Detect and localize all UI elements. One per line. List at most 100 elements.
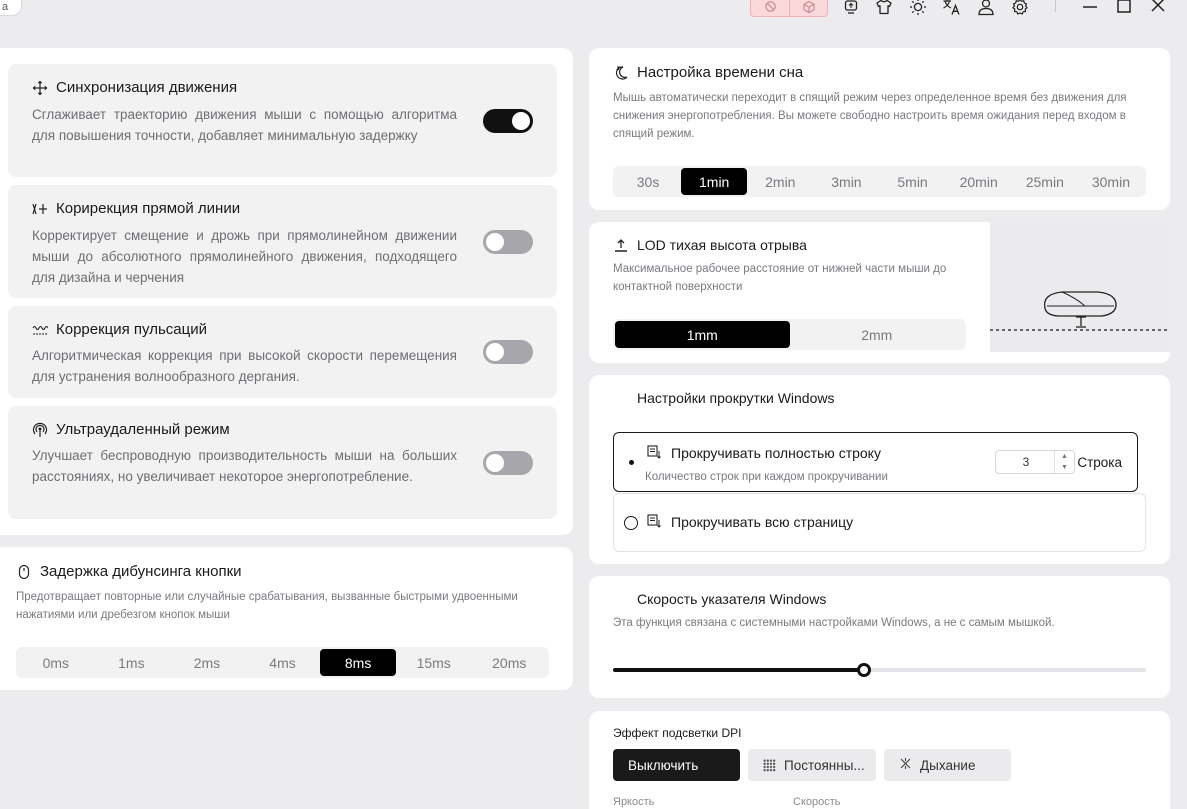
ripple-correction-toggle[interactable] bbox=[483, 340, 533, 364]
settings-icon[interactable] bbox=[1009, 0, 1031, 18]
feature-title: Коррекция пульсаций bbox=[32, 321, 207, 338]
ultra-range-toggle[interactable] bbox=[483, 451, 533, 475]
feature-ripple-correction: Коррекция пульсаций Алгоритмическая корр… bbox=[8, 306, 557, 398]
scroll-title: Настройки прокрутки Windows bbox=[637, 390, 835, 406]
shirt-icon[interactable] bbox=[873, 0, 895, 18]
ripple-icon bbox=[32, 322, 49, 338]
cube-icon[interactable] bbox=[789, 0, 827, 16]
feature-straight-line: Корирекция прямой линии Корректирует сме… bbox=[8, 185, 557, 298]
sleep-option[interactable]: 2min bbox=[747, 168, 813, 195]
monitor-icon[interactable] bbox=[840, 0, 862, 18]
dpi-light-card: Эффект подсветки DPI Выключить Постоянны… bbox=[589, 711, 1170, 809]
feature-title: Ультраудаленный режим bbox=[32, 421, 230, 438]
feature-title-label: Синхронизация движения bbox=[56, 79, 238, 96]
feature-ultra-range: Ультраудаленный режим Улучшает беспровод… bbox=[8, 406, 557, 519]
debounce-option[interactable]: 1ms bbox=[94, 649, 170, 676]
slider-handle[interactable] bbox=[856, 663, 871, 677]
debounce-option[interactable]: 8ms bbox=[320, 649, 396, 676]
scroll-lines-stepper[interactable]: 3 ▲ ▼ bbox=[995, 450, 1075, 474]
scroll-lines-icon bbox=[647, 445, 663, 461]
dpi-off-label: Выключить bbox=[628, 757, 699, 773]
scroll-lines-value[interactable]: 3 bbox=[996, 455, 1056, 469]
sparkle-icon bbox=[899, 757, 912, 773]
dpi-breathing-label: Дыхание bbox=[920, 757, 976, 773]
scroll-page-title: Прокручивать всю страницу bbox=[647, 514, 853, 530]
speed-label: Скорость bbox=[793, 796, 841, 808]
sleep-title-label: Настройка времени сна bbox=[637, 64, 804, 81]
pointer-title: Скорость указателя Windows bbox=[637, 591, 827, 607]
sleep-time-selector: 30s 1min 2min 3min 5min 20min 25min 30min bbox=[613, 166, 1146, 197]
user-icon[interactable] bbox=[975, 0, 997, 18]
sleep-option[interactable]: 1min bbox=[681, 168, 748, 195]
feature-description: Сглаживает траекторию движения мыши с по… bbox=[32, 107, 457, 143]
radio-unselected[interactable] bbox=[624, 516, 638, 530]
scroll-lines-unit: Строка bbox=[1077, 455, 1122, 470]
debounce-title-label: Задержка дибунсинга кнопки bbox=[40, 563, 242, 580]
lod-height-selector: 1mm 2mm bbox=[613, 319, 966, 350]
feature-title-label: Ультраудаленный режим bbox=[56, 421, 230, 438]
toggle-knob bbox=[512, 112, 530, 130]
feature-title: Корирекция прямой линии bbox=[32, 200, 240, 217]
stepper-arrows: ▲ ▼ bbox=[1054, 451, 1074, 473]
sleep-option[interactable]: 25min bbox=[1012, 168, 1078, 195]
debounce-selector: 0ms 1ms 2ms 4ms 8ms 15ms 20ms bbox=[16, 647, 549, 678]
signal-icon bbox=[32, 422, 48, 438]
lod-title: LOD тихая высота отрыва bbox=[613, 237, 807, 253]
dpi-breathing-button[interactable]: Дыхание bbox=[884, 749, 1011, 781]
debounce-option[interactable]: 4ms bbox=[245, 649, 321, 676]
pointer-speed-slider[interactable] bbox=[613, 663, 1146, 677]
mouse-icon bbox=[16, 564, 32, 580]
sleep-option[interactable]: 30s bbox=[615, 168, 681, 195]
debounce-option[interactable]: 20ms bbox=[471, 649, 547, 676]
motion-features-card: Синхронизация движения Сглаживает траект… bbox=[0, 48, 573, 535]
pointer-description: Эта функция связана с системными настрой… bbox=[613, 617, 1055, 629]
scroll-line-title: Прокручивать полностью строку bbox=[647, 445, 881, 461]
motion-sync-toggle[interactable] bbox=[483, 109, 533, 133]
sleep-card: Настройка времени сна Мышь автоматически… bbox=[589, 48, 1170, 210]
mode-pill-group bbox=[750, 0, 828, 17]
chevron-up-icon[interactable]: ▲ bbox=[1055, 451, 1074, 462]
dpi-constant-label: Постоянны... bbox=[784, 757, 865, 773]
sleep-option[interactable]: 20min bbox=[946, 168, 1012, 195]
debounce-option[interactable]: 15ms bbox=[396, 649, 472, 676]
feature-title-label: Корирекция прямой линии bbox=[56, 200, 241, 217]
lod-title-label: LOD тихая высота отрыва bbox=[637, 237, 807, 253]
minimize-icon[interactable] bbox=[1079, 0, 1101, 18]
mouse-lift-illustration bbox=[990, 291, 1170, 331]
scroll-line-label: Прокручивать полностью строку bbox=[671, 445, 881, 461]
sleep-option[interactable]: 3min bbox=[813, 168, 879, 195]
radio-selected[interactable] bbox=[624, 455, 638, 469]
toggle-knob bbox=[486, 343, 504, 361]
feature-title-label: Коррекция пульсаций bbox=[56, 321, 207, 338]
sleep-description: Мышь автоматически переходит в спящий ре… bbox=[613, 92, 1127, 140]
scroll-line-option[interactable]: Прокручивать полностью строку Количество… bbox=[613, 432, 1138, 492]
sun-icon[interactable] bbox=[907, 0, 929, 18]
chevron-down-icon[interactable]: ▼ bbox=[1055, 462, 1074, 473]
scroll-line-description: Количество строк при каждом прокручивани… bbox=[645, 471, 888, 483]
sleep-option[interactable]: 5min bbox=[880, 168, 946, 195]
lod-illustration bbox=[990, 222, 1170, 352]
maximize-icon[interactable] bbox=[1113, 0, 1135, 18]
corner-tab[interactable]: а bbox=[0, 0, 22, 16]
debounce-option[interactable]: 0ms bbox=[18, 649, 94, 676]
moon-icon bbox=[613, 65, 629, 81]
close-icon[interactable] bbox=[1147, 0, 1169, 18]
feature-motion-sync: Синхронизация движения Сглаживает траект… bbox=[8, 64, 557, 177]
dpi-off-button[interactable]: Выключить bbox=[613, 749, 740, 781]
lod-option[interactable]: 2mm bbox=[790, 321, 965, 348]
pointer-speed-card: Скорость указателя Windows Эта функция с… bbox=[589, 576, 1170, 698]
scroll-page-label: Прокручивать всю страницу bbox=[671, 514, 854, 530]
scroll-card: Настройки прокрутки Windows Прокручивать… bbox=[589, 375, 1170, 564]
debounce-option[interactable]: 2ms bbox=[169, 649, 245, 676]
feature-description: Алгоритмическая коррекция при высокой ск… bbox=[32, 348, 457, 384]
scroll-page-option[interactable]: Прокручивать всю страницу bbox=[613, 493, 1146, 552]
translate-icon[interactable] bbox=[941, 0, 963, 18]
dpi-constant-button[interactable]: Постоянны... bbox=[748, 749, 876, 781]
sleep-option[interactable]: 30min bbox=[1078, 168, 1144, 195]
straight-line-toggle[interactable] bbox=[483, 230, 533, 254]
feature-description: Улучшает беспроводную производительность… bbox=[32, 448, 457, 484]
block-icon[interactable] bbox=[751, 0, 789, 16]
lod-description: Максимальное рабочее расстояние от нижне… bbox=[613, 263, 947, 293]
lod-option[interactable]: 1mm bbox=[615, 321, 790, 348]
corner-tab-label: а bbox=[2, 1, 9, 13]
